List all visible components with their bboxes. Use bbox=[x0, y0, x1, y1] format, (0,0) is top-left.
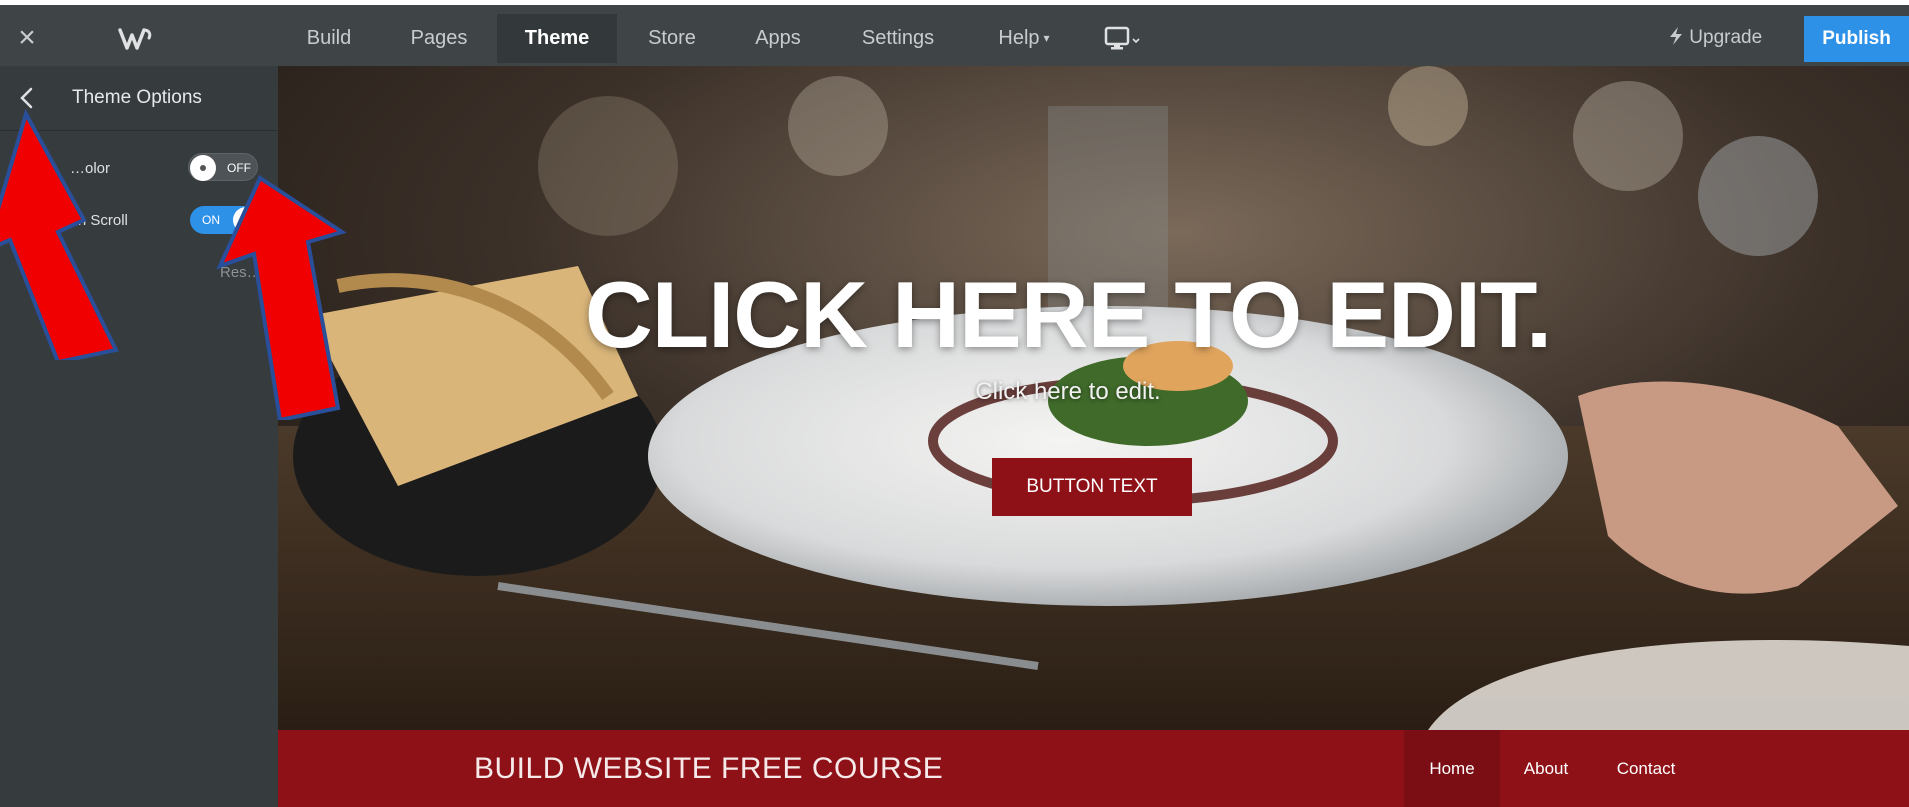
tab-settings[interactable]: Settings bbox=[846, 14, 950, 63]
tab-help[interactable]: Help ▾ bbox=[982, 14, 1066, 63]
tab-theme[interactable]: Theme bbox=[497, 14, 617, 63]
toggle-knob bbox=[233, 207, 259, 233]
site-nav-contact[interactable]: Contact bbox=[1592, 730, 1700, 807]
tab-store[interactable]: Store bbox=[634, 14, 710, 63]
site-nav-home[interactable]: Home bbox=[1404, 730, 1500, 807]
upgrade-label: Upgrade bbox=[1689, 27, 1763, 48]
theme-options-panel: Theme Options …olor OFF H… …e on Scroll … bbox=[0, 66, 278, 807]
reset-link[interactable]: Res… bbox=[220, 264, 262, 281]
lightning-bolt-icon bbox=[1670, 27, 1682, 45]
hero-cta-button[interactable]: BUTTON TEXT bbox=[992, 458, 1192, 516]
site-nav-about[interactable]: About bbox=[1500, 730, 1592, 807]
chevron-down-icon: ▾ bbox=[1043, 31, 1050, 46]
color-toggle[interactable]: OFF bbox=[188, 153, 258, 181]
weebly-logo-icon[interactable] bbox=[118, 27, 152, 51]
publish-button[interactable]: Publish bbox=[1804, 16, 1909, 62]
tab-apps[interactable]: Apps bbox=[739, 14, 817, 63]
option-color-label: …olor bbox=[70, 160, 111, 177]
hero-title[interactable]: CLICK HERE TO EDIT. bbox=[278, 261, 1858, 369]
option-hide-on-scroll-label: H… …e on Scroll bbox=[12, 212, 128, 229]
hide-on-scroll-toggle[interactable]: ON bbox=[190, 206, 260, 234]
editor-toolbar: × Build Pages Theme Store Apps Settings … bbox=[0, 0, 1909, 66]
hero-subtitle[interactable]: Click here to edit. bbox=[278, 378, 1858, 406]
panel-header: Theme Options bbox=[0, 66, 278, 131]
site-header-bar: BUILD WEBSITE FREE COURSE Home About Con… bbox=[278, 730, 1909, 807]
desktop-monitor-icon[interactable] bbox=[1104, 25, 1144, 53]
toggle-knob bbox=[190, 155, 216, 181]
close-icon[interactable]: × bbox=[14, 23, 40, 53]
upgrade-button[interactable]: Upgrade bbox=[1668, 18, 1762, 58]
hero-section[interactable]: CLICK HERE TO EDIT. Click here to edit. … bbox=[278, 66, 1909, 730]
tab-build[interactable]: Build bbox=[292, 14, 366, 63]
site-title[interactable]: BUILD WEBSITE FREE COURSE bbox=[474, 752, 943, 786]
panel-title: Theme Options bbox=[72, 87, 202, 108]
site-preview: CLICK HERE TO EDIT. Click here to edit. … bbox=[278, 66, 1909, 807]
toggle-state-text: ON bbox=[202, 213, 220, 227]
tab-help-label: Help bbox=[998, 27, 1040, 49]
toggle-state-text: OFF bbox=[227, 161, 251, 175]
tab-pages[interactable]: Pages bbox=[396, 14, 482, 63]
back-chevron-icon[interactable] bbox=[16, 84, 38, 112]
